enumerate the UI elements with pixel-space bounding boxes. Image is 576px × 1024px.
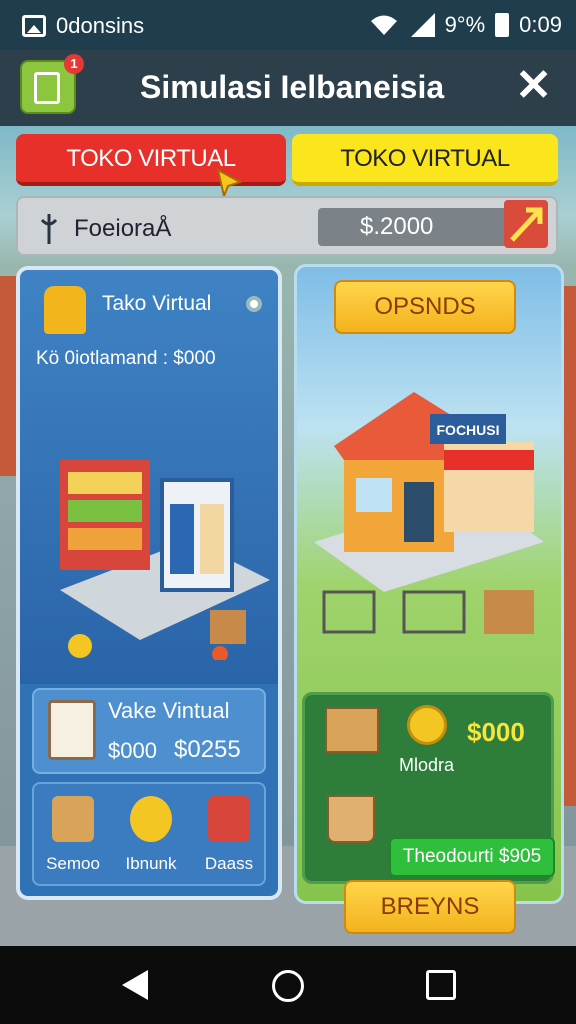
earnings-amount: $000 xyxy=(467,717,525,747)
recent-apps-icon[interactable] xyxy=(426,970,456,1000)
back-icon[interactable] xyxy=(122,970,148,1000)
wifi-icon xyxy=(370,15,397,35)
left-store-panel: Tako Virtual Kö 0iotlamand : $000 Vake V… xyxy=(16,266,282,900)
battery-icon xyxy=(495,13,510,37)
wrench-icon xyxy=(40,214,58,244)
earnings-button[interactable]: Theodourti $905 xyxy=(389,837,555,877)
tab-toko-virtual-yellow[interactable]: TOKO VIRTUAL xyxy=(292,134,558,186)
shop-building-illustration: FOCHUSI xyxy=(314,392,544,634)
basket-icon xyxy=(327,795,375,843)
store-card-price-1: $000 xyxy=(108,738,157,763)
status-app: 0donsins xyxy=(22,13,144,39)
item-ibnunk[interactable]: Ibnunk xyxy=(112,784,190,884)
box-icon xyxy=(52,796,94,842)
status-app-name: 0donsins xyxy=(56,13,145,38)
demand-line: Kö 0iotlamand : $000 xyxy=(36,348,216,369)
receipt-icon xyxy=(48,700,96,760)
item-daass[interactable]: Daass xyxy=(190,784,268,884)
signal-icon xyxy=(410,13,435,37)
coins-icon xyxy=(130,796,172,842)
store-card-price-2: $0255 xyxy=(174,736,241,763)
document-icon xyxy=(34,72,60,104)
earnings-label: Mlodra xyxy=(399,755,455,775)
page-title: Simulasi Ielbaneisia xyxy=(140,69,445,105)
notification-badge: 1 xyxy=(64,54,84,74)
top-yellow-button[interactable]: OPSNDS xyxy=(334,280,516,334)
item-label: Daass xyxy=(204,854,254,873)
bag-icon xyxy=(208,796,250,842)
shop-sign-text: FOCHUSI xyxy=(437,422,500,438)
pointer-cursor-icon xyxy=(216,168,242,198)
close-icon[interactable]: ✕ xyxy=(515,64,552,108)
earnings-box: $000 Mlodra Theodourti $905 xyxy=(302,692,555,884)
status-right: 9°% 0:09 xyxy=(369,12,562,38)
key-icon xyxy=(44,286,86,334)
item-label: Semoo xyxy=(46,854,100,873)
info-label-text: FoeioraÅ xyxy=(74,215,172,242)
store-card-name: Vake Vintual xyxy=(108,698,230,723)
item-semoo[interactable]: Semoo xyxy=(34,784,112,884)
store-card[interactable]: Vake Vintual $000 $0255 xyxy=(32,688,266,774)
cardboard-box-icon xyxy=(325,707,379,753)
status-bar: 0donsins 9°% 0:09 xyxy=(0,0,576,50)
item-label: Ibnunk xyxy=(125,854,177,873)
title-bar: 1 Simulasi Ielbaneisia ✕ xyxy=(0,50,576,126)
image-icon xyxy=(22,15,46,37)
tab-toko-virtual-red[interactable]: TOKO VIRTUAL xyxy=(16,134,286,186)
gold-coin-icon xyxy=(407,705,447,745)
radio-icon[interactable] xyxy=(246,296,262,312)
store-title: Tako Virtual xyxy=(102,292,212,315)
store-shelves-illustration xyxy=(60,460,270,660)
upgrade-arrow-icon[interactable] xyxy=(504,200,548,248)
item-row: Semoo Ibnunk Daass xyxy=(32,782,266,886)
home-icon[interactable] xyxy=(272,970,304,1002)
store-info-card: Tako Virtual Kö 0iotlamand : $000 xyxy=(20,270,278,684)
battery-percent: 9°% xyxy=(444,12,486,37)
money-display: $.2000 xyxy=(318,208,510,246)
bottom-yellow-button[interactable]: BREYNS xyxy=(344,880,516,934)
info-bar: FoeioraÅ $.2000 xyxy=(16,196,558,256)
system-nav-bar xyxy=(0,946,576,1024)
info-label: FoeioraÅ xyxy=(38,212,171,246)
status-time: 0:09 xyxy=(519,12,562,37)
